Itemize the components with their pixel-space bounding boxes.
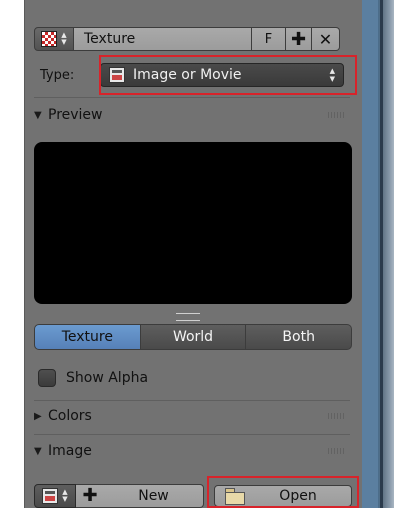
right-scrollbar-edge: [362, 0, 394, 508]
add-texture-button[interactable]: ✚: [286, 27, 312, 51]
updown-arrows-icon: ▲ ▼: [61, 31, 67, 46]
new-image-button[interactable]: ✚ New: [76, 483, 204, 508]
section-divider: [34, 97, 350, 98]
colors-title: Colors: [48, 408, 92, 424]
drag-grip-icon[interactable]: [328, 112, 346, 118]
type-select[interactable]: Image or Movie ▲ ▼: [100, 63, 344, 87]
type-row: Type: Image or Movie ▲ ▼: [34, 60, 358, 90]
texture-browse-button[interactable]: ▲ ▼: [34, 27, 74, 51]
updown-arrows-icon: ▲ ▼: [329, 67, 335, 83]
tab-world[interactable]: World: [140, 324, 247, 350]
tab-both[interactable]: Both: [246, 324, 353, 350]
new-label: New: [138, 487, 169, 504]
type-label: Type:: [40, 67, 75, 83]
tab-texture[interactable]: Texture: [34, 324, 141, 350]
image-movie-icon: [109, 67, 125, 83]
show-alpha-label: Show Alpha: [66, 370, 149, 386]
section-divider: [34, 400, 350, 401]
drag-grip-icon[interactable]: [328, 413, 346, 419]
image-datablock-row: ▲ ▼ ✚ New Open: [34, 483, 352, 508]
texture-datablock-row: ▲ ▼ Texture F ✚ ✕: [34, 26, 354, 52]
drag-grip-icon[interactable]: [328, 448, 346, 454]
image-browse-button[interactable]: ▲ ▼: [34, 483, 76, 508]
section-divider: [34, 434, 350, 435]
remove-texture-button[interactable]: ✕: [312, 27, 340, 51]
preview-section-header[interactable]: ▼ Preview: [34, 103, 350, 127]
texture-name-field[interactable]: Texture: [74, 27, 252, 51]
preview-mode-tabs: Texture World Both: [34, 324, 353, 350]
open-label: Open: [279, 488, 317, 504]
collapsed-triangle-icon: ▶: [34, 410, 42, 422]
show-alpha-row: Show Alpha: [38, 366, 148, 390]
plus-icon: ✚: [82, 485, 98, 506]
preview-render-area: [34, 142, 352, 304]
image-title: Image: [48, 443, 92, 459]
open-image-button[interactable]: Open: [214, 485, 352, 507]
checker-texture-icon: [41, 31, 58, 47]
image-icon: [42, 487, 59, 504]
colors-section-header[interactable]: ▶ Colors: [34, 404, 350, 428]
preview-title: Preview: [48, 107, 103, 123]
preview-resize-handle[interactable]: [176, 313, 200, 321]
folder-open-icon: [225, 488, 245, 505]
show-alpha-checkbox[interactable]: [38, 369, 56, 387]
image-section-header[interactable]: ▼ Image: [34, 439, 350, 463]
fake-user-button[interactable]: F: [252, 27, 286, 51]
expanded-triangle-icon: ▼: [34, 109, 42, 121]
type-select-value: Image or Movie: [133, 67, 242, 83]
expanded-triangle-icon: ▼: [34, 445, 42, 457]
updown-arrows-icon: ▲ ▼: [62, 487, 68, 503]
